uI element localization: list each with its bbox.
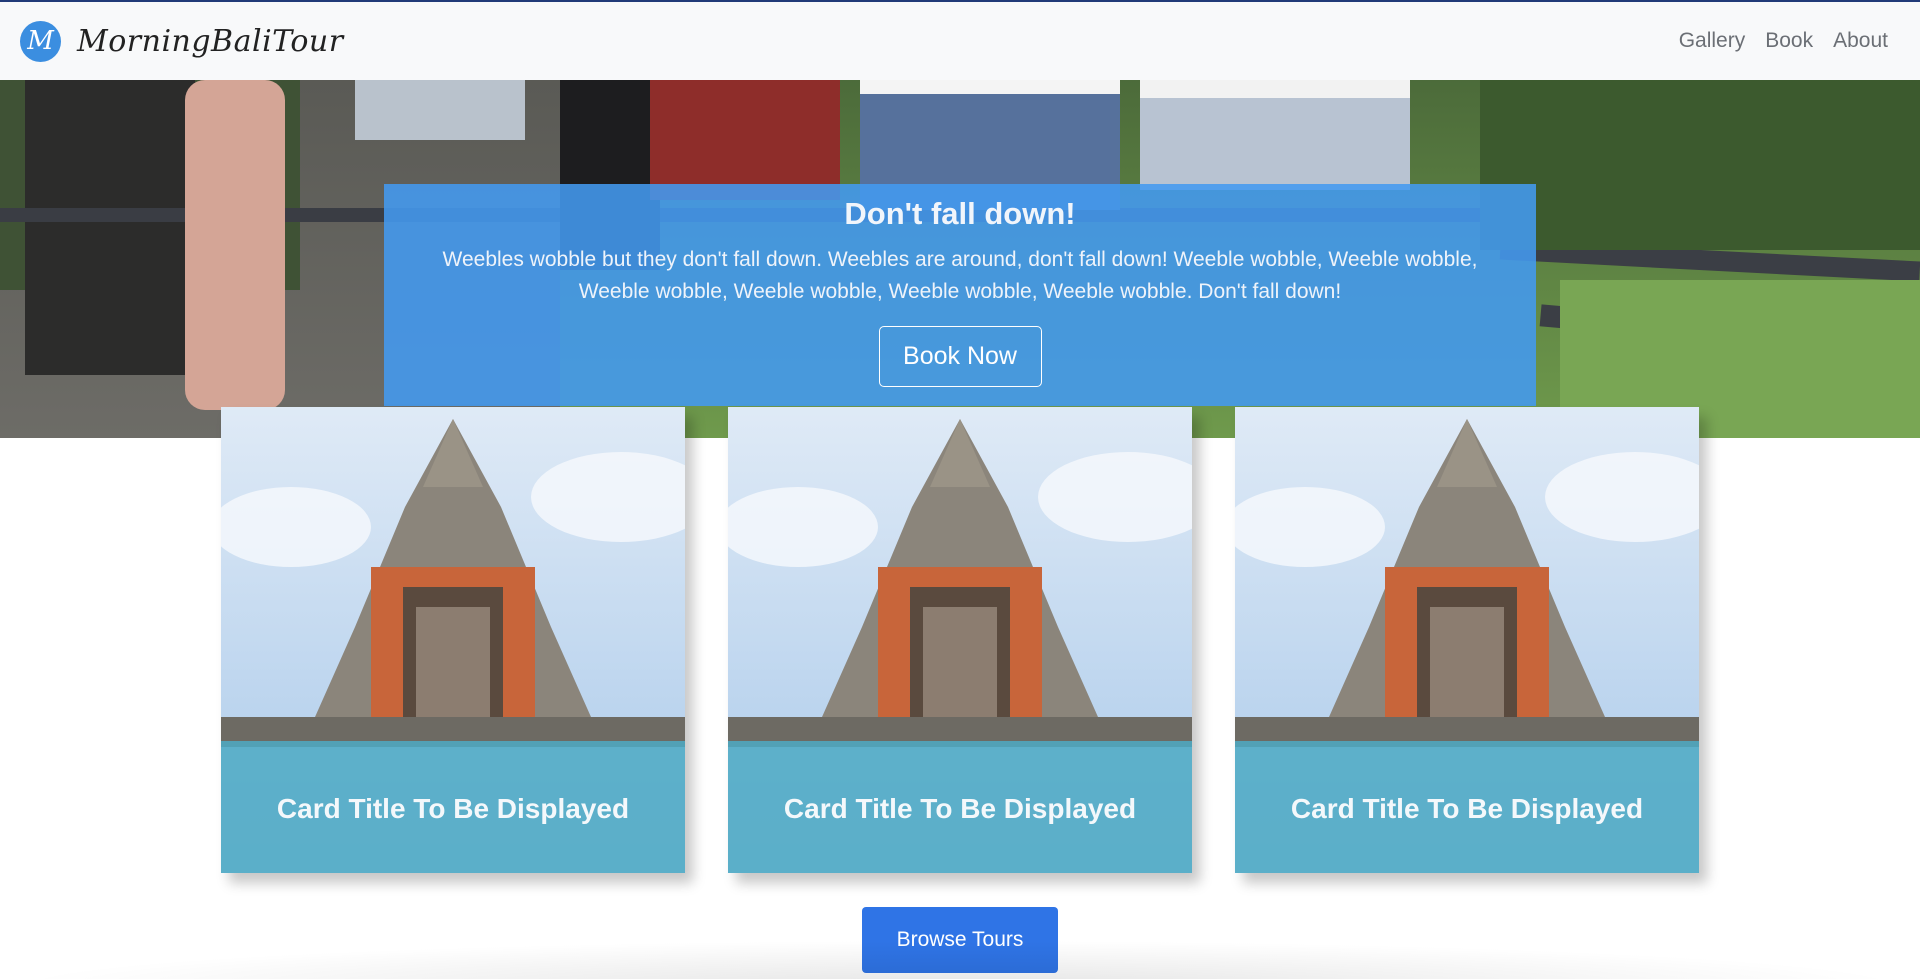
tour-card[interactable]: Card Title To Be Displayed <box>1235 407 1699 873</box>
hero-title: Don't fall down! <box>844 196 1076 231</box>
card-overlay: Card Title To Be Displayed <box>221 741 685 873</box>
nav-links: Gallery Book About <box>1679 29 1888 53</box>
hero-text: Weebles wobble but they don't fall down.… <box>442 248 1478 303</box>
nav-link-gallery[interactable]: Gallery <box>1679 29 1746 53</box>
card-overlay: Card Title To Be Displayed <box>728 741 1192 873</box>
browse-tours-button[interactable]: Browse Tours <box>862 907 1058 973</box>
tour-card[interactable]: Card Title To Be Displayed <box>728 407 1192 873</box>
logo-icon: M <box>20 20 61 62</box>
brand[interactable]: M MorningBaliTour <box>20 20 344 62</box>
card-title: Card Title To Be Displayed <box>1290 793 1644 824</box>
brand-name: MorningBaliTour <box>77 23 344 59</box>
nav-link-book[interactable]: Book <box>1765 29 1813 53</box>
navbar: M MorningBaliTour Gallery Book About <box>0 2 1920 80</box>
card-title: Card Title To Be Displayed <box>276 793 630 824</box>
card-title: Card Title To Be Displayed <box>783 793 1137 824</box>
nav-link-about[interactable]: About <box>1833 29 1888 53</box>
card-overlay: Card Title To Be Displayed <box>1235 741 1699 873</box>
hero-banner: Don't fall down! Weebles wobble but they… <box>0 80 1920 438</box>
tour-card[interactable]: Card Title To Be Displayed <box>221 407 685 873</box>
book-now-button[interactable]: Book Now <box>878 326 1042 387</box>
hero-panel: Don't fall down! Weebles wobble but they… <box>384 184 1536 406</box>
